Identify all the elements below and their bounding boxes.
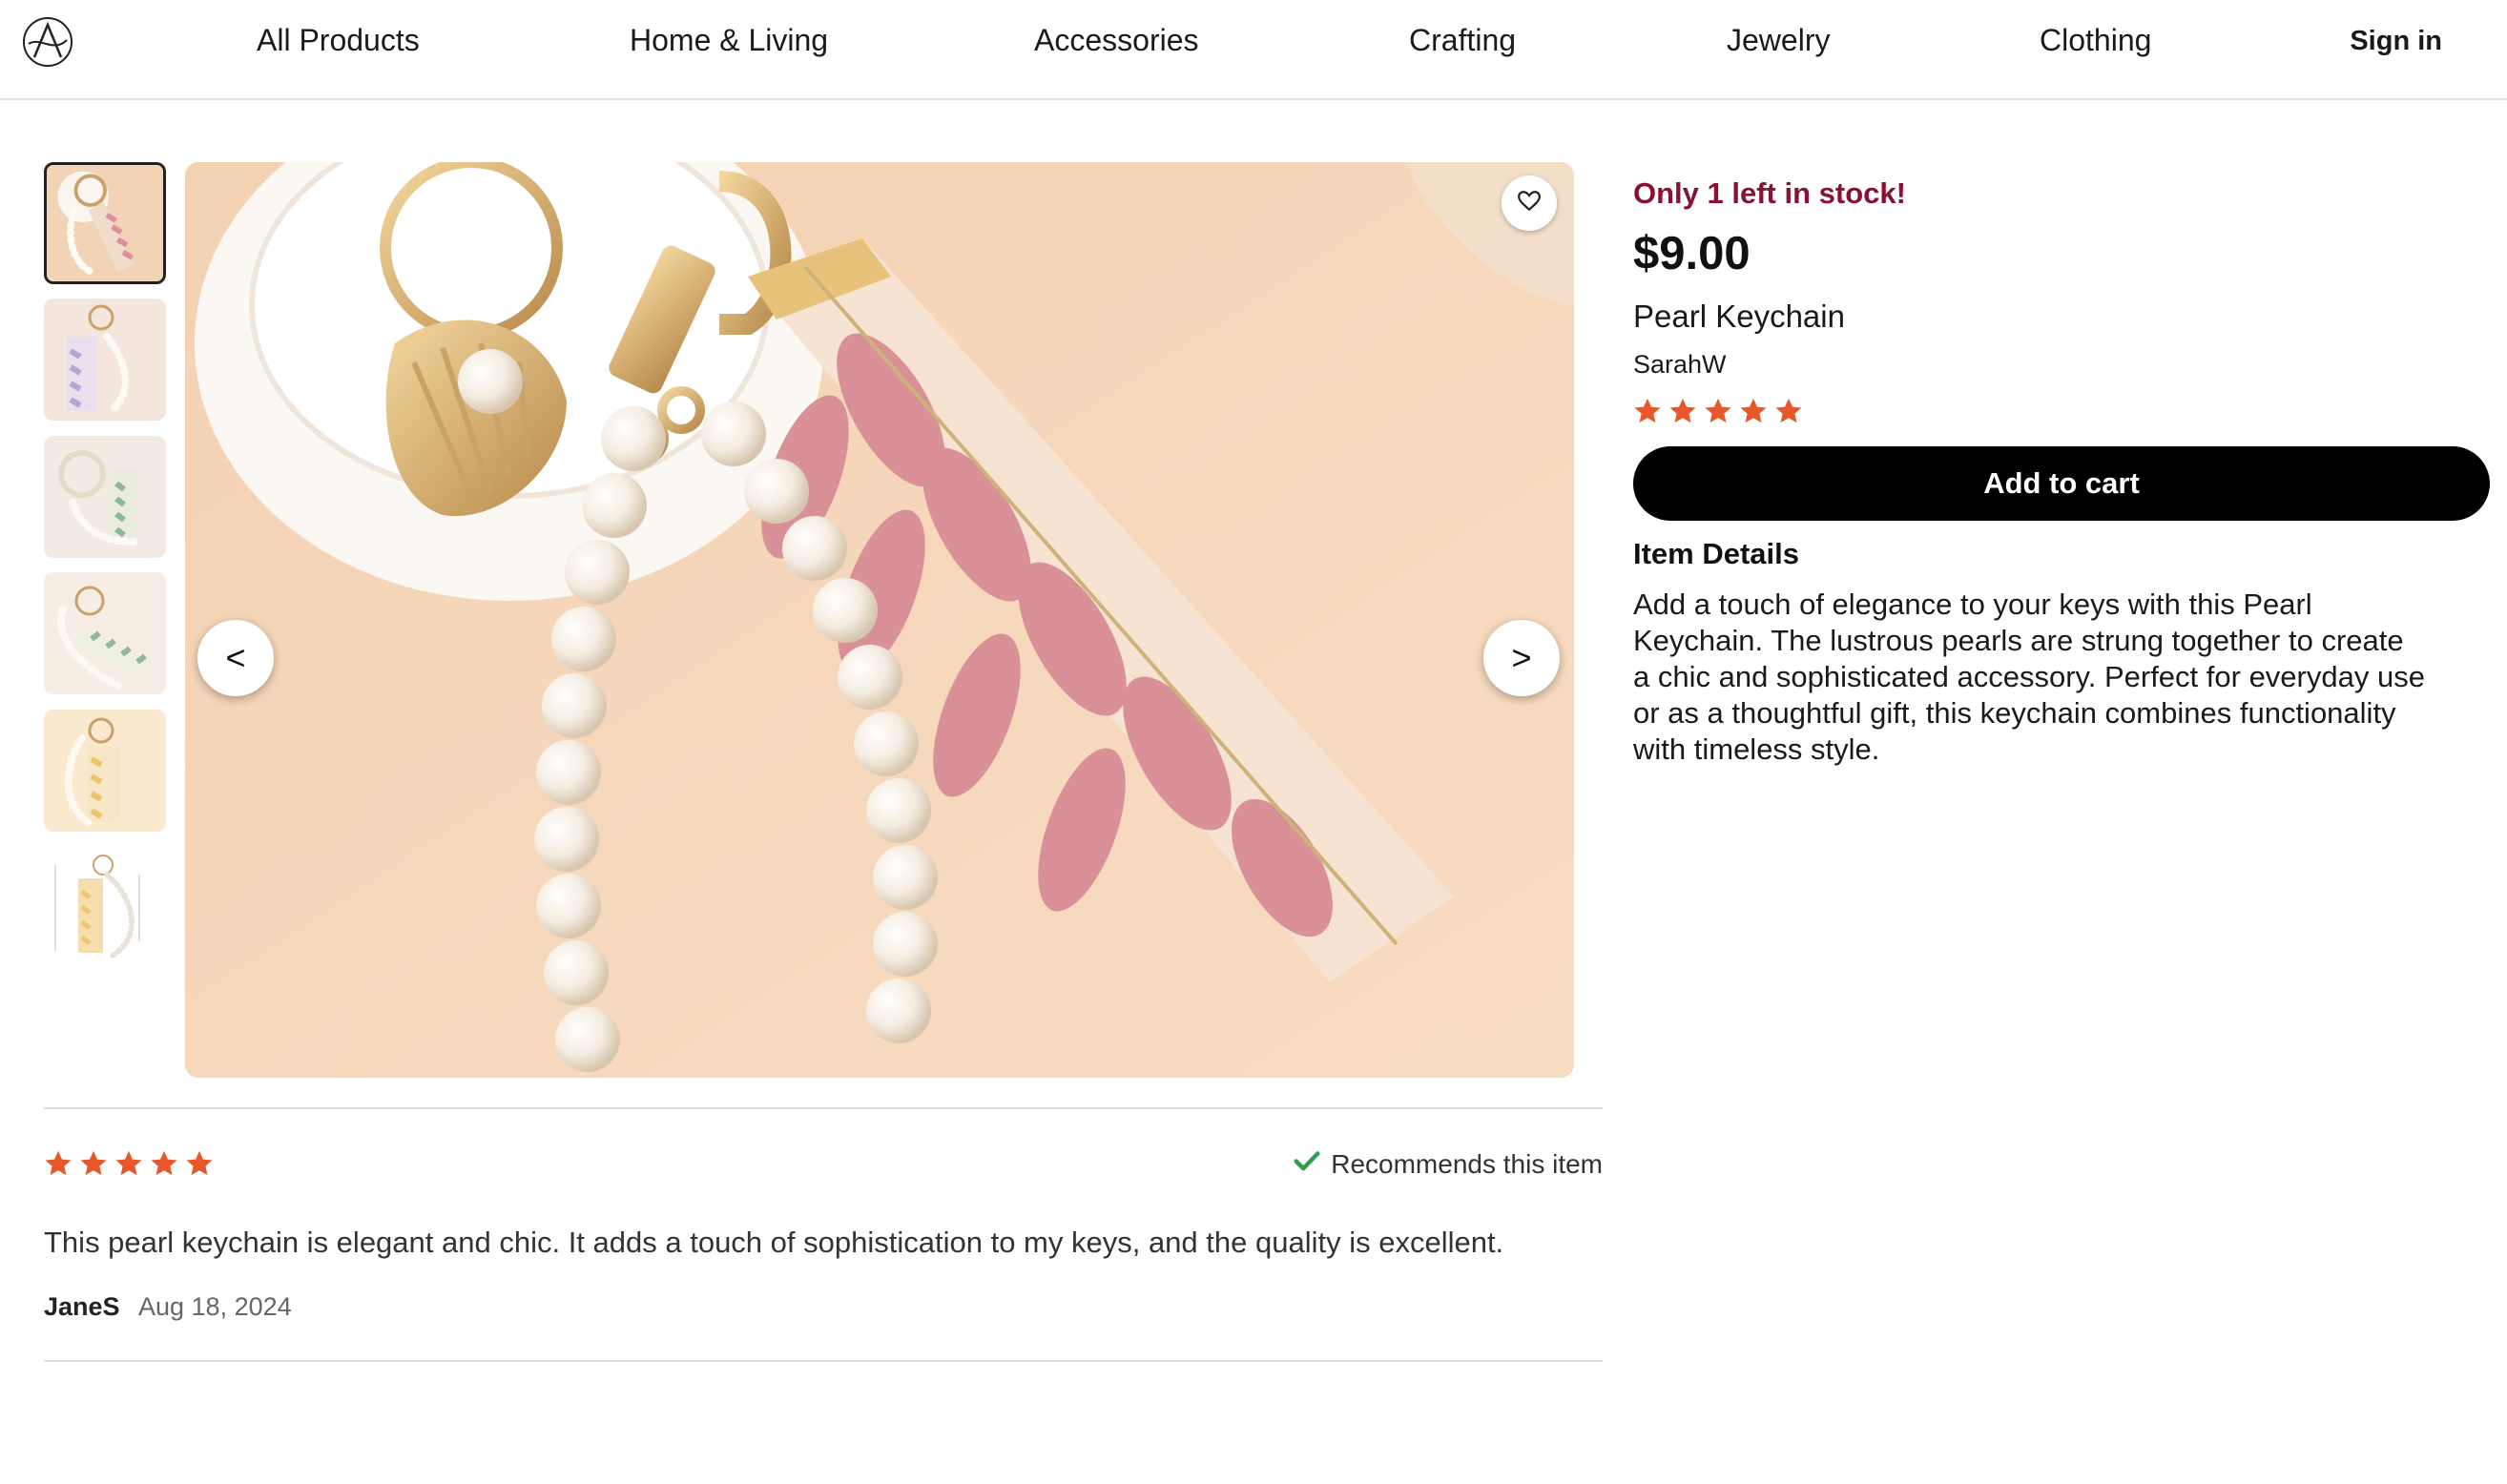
star-icon [1705, 398, 1731, 423]
nav-crafting[interactable]: Crafting [1409, 23, 1516, 58]
sign-in-link[interactable]: Sign in [2350, 26, 2442, 57]
star-icon [1775, 398, 1802, 423]
thumbnail-1[interactable] [44, 162, 166, 284]
add-to-cart-button[interactable]: Add to cart [1633, 446, 2490, 521]
star-icon [1740, 398, 1767, 423]
item-details-text: Add a touch of elegance to your keys wit… [1633, 587, 2425, 766]
review-author: JaneS [44, 1292, 120, 1321]
product-title: Pearl Keychain [1633, 299, 1845, 334]
star-icon [186, 1150, 213, 1176]
star-icon [1634, 398, 1661, 423]
product-main-image [185, 162, 1574, 1078]
top-nav: All Products Home & Living Accessories C… [0, 0, 2507, 100]
star-icon [151, 1150, 177, 1176]
nav-home-living[interactable]: Home & Living [630, 23, 828, 58]
star-icon [115, 1150, 142, 1176]
review-rating [44, 1149, 214, 1178]
product-price: $9.00 [1633, 228, 1751, 279]
stock-notice: Only 1 left in stock! [1633, 176, 1906, 210]
thumbnail-5[interactable] [44, 710, 166, 832]
heart-icon [1517, 189, 1542, 218]
nav-jewelry[interactable]: Jewelry [1727, 23, 1830, 58]
review-top-divider [44, 1107, 1603, 1109]
nav-accessories[interactable]: Accessories [1034, 23, 1199, 58]
thumbnail-6[interactable] [44, 846, 166, 968]
recommends-text: Recommends this item [1331, 1148, 1603, 1179]
nav-clothing[interactable]: Clothing [2040, 23, 2151, 58]
a-monogram-logo-icon[interactable] [21, 15, 74, 69]
item-details-heading: Item Details [1633, 537, 1800, 570]
checkmark-icon [1293, 1146, 1321, 1182]
nav-all-products[interactable]: All Products [257, 23, 420, 58]
star-icon [45, 1150, 72, 1176]
star-icon [1669, 398, 1696, 423]
thumbnail-3[interactable] [44, 436, 166, 558]
star-icon [80, 1150, 107, 1176]
thumbnail-4[interactable] [44, 572, 166, 694]
review-text: This pearl keychain is elegant and chic.… [44, 1226, 1504, 1259]
next-image-button[interactable]: > [1483, 620, 1560, 696]
favorite-button[interactable] [1502, 175, 1557, 231]
seller-name[interactable]: SarahW [1633, 350, 1727, 380]
review-date: Aug 18, 2024 [138, 1292, 292, 1321]
recommends-badge: Recommends this item [1293, 1146, 1603, 1182]
prev-image-button[interactable]: < [197, 620, 274, 696]
product-rating [1633, 397, 1803, 425]
review-bottom-divider [44, 1360, 1603, 1362]
thumbnail-2[interactable] [44, 299, 166, 421]
